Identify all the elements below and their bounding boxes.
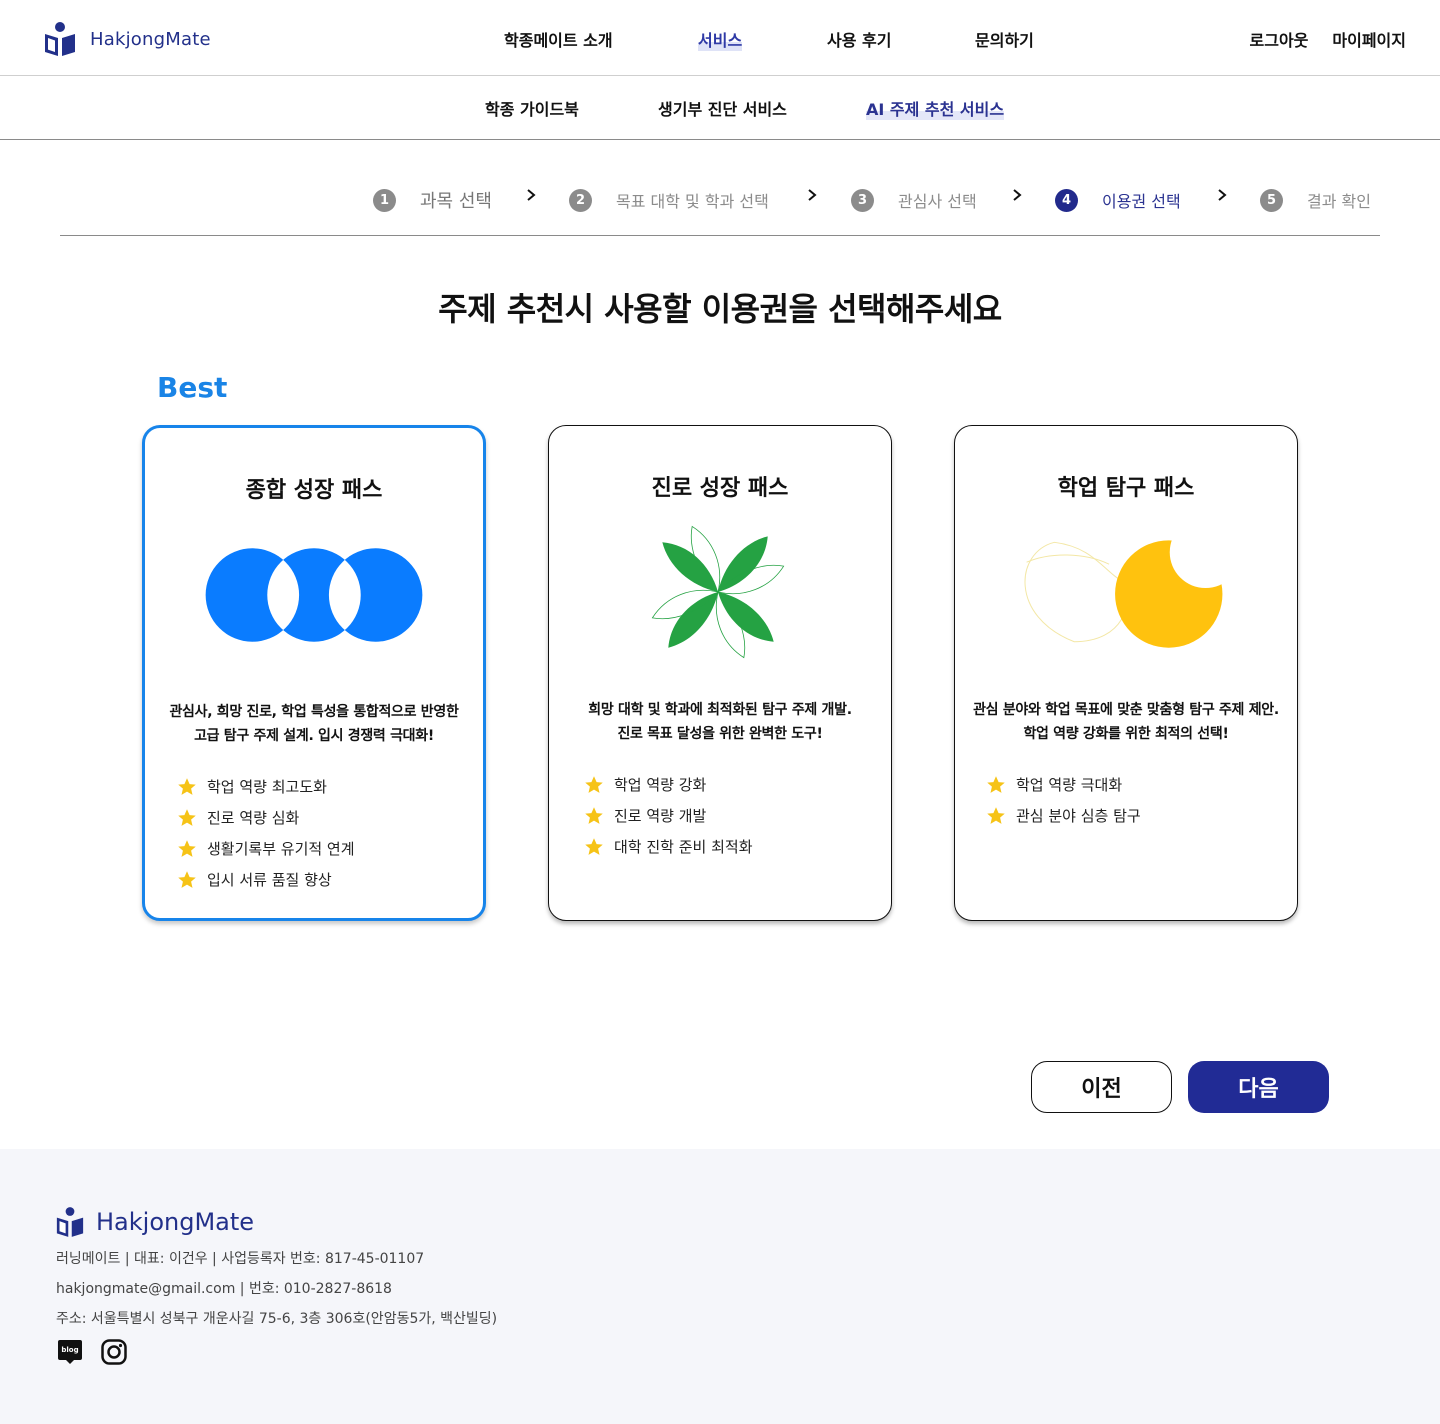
next-button[interactable]: 다음 bbox=[1188, 1061, 1329, 1113]
top-navigation-bar: HakjongMate 학종메이트 소개 서비스 사용 후기 문의하기 로그아웃… bbox=[0, 0, 1440, 76]
step-label: 과목 선택 bbox=[420, 191, 492, 212]
social-links: blog bbox=[56, 1338, 128, 1366]
feature-item: 생활기록부 유기적 연계 bbox=[177, 833, 355, 864]
feature-item: 학업 역량 최고도화 bbox=[177, 771, 355, 802]
best-label: Best bbox=[157, 371, 228, 404]
instagram-icon[interactable] bbox=[100, 1338, 128, 1366]
star-icon bbox=[178, 808, 196, 826]
card-description: 관심사, 희망 진로, 학업 특성을 통합적으로 반영한 고급 탐구 주제 설계… bbox=[145, 700, 483, 748]
pass-card-comprehensive[interactable]: 종합 성장 패스 관심사, 희망 진로, 학업 특성을 통합적으로 반영한 고급… bbox=[142, 425, 486, 921]
sub-navigation-bar: 학종 가이드북 생기부 진단 서비스 AI 주제 추천 서비스 bbox=[0, 76, 1440, 140]
feature-text: 학업 역량 최고도화 bbox=[207, 778, 327, 796]
feature-text: 입시 서류 품질 향상 bbox=[207, 871, 332, 889]
feature-item: 관심 분야 심층 탐구 bbox=[986, 800, 1141, 831]
progress-stepper: 1 과목 선택 2 목표 대학 및 학과 선택 3 관심사 선택 4 이용권 선… bbox=[0, 186, 1440, 216]
card-description-line: 학업 역량 강화를 위한 최적의 선택! bbox=[1023, 726, 1229, 742]
feature-text: 학업 역량 강화 bbox=[614, 776, 707, 794]
card-title: 종합 성장 패스 bbox=[245, 478, 383, 503]
feature-list: 학업 역량 극대화 관심 분야 심층 탐구 bbox=[986, 769, 1141, 831]
feature-item: 학업 역량 강화 bbox=[584, 769, 753, 800]
nav-item-contact[interactable]: 문의하기 bbox=[975, 27, 1034, 51]
card-description-line: 관심 분야와 학업 목표에 맞춘 맞춤형 탐구 주제 제안. bbox=[973, 702, 1279, 718]
star-icon bbox=[987, 775, 1005, 793]
pass-card-career[interactable]: 진로 성장 패스 희망 대학 및 학과에 최적화된 탐구 주제 개발. 진로 목… bbox=[548, 425, 892, 921]
step-number: 3 bbox=[851, 188, 874, 212]
feature-text: 진로 역량 개발 bbox=[614, 807, 707, 825]
main-nav: 학종메이트 소개 서비스 사용 후기 문의하기 bbox=[0, 27, 1440, 53]
blog-icon[interactable]: blog bbox=[56, 1338, 84, 1366]
step-label: 목표 대학 및 학과 선택 bbox=[616, 192, 769, 211]
step-label: 관심사 선택 bbox=[898, 192, 977, 211]
nav-item-reviews[interactable]: 사용 후기 bbox=[827, 27, 891, 51]
step-number: 4 bbox=[1055, 188, 1078, 212]
blog-icon-text: blog bbox=[61, 1346, 78, 1354]
star-icon bbox=[178, 870, 196, 888]
feature-list: 학업 역량 강화 진로 역량 개발 대학 진학 준비 최적화 bbox=[584, 769, 753, 862]
star-icon bbox=[585, 775, 603, 793]
feature-text: 생활기록부 유기적 연계 bbox=[207, 840, 355, 858]
card-description: 관심 분야와 학업 목표에 맞춘 맞춤형 탐구 주제 제안. 학업 역량 강화를… bbox=[955, 698, 1297, 746]
page-title: 주제 추천시 사용할 이용권을 선택해주세요 bbox=[438, 290, 1002, 328]
prev-button[interactable]: 이전 bbox=[1031, 1061, 1172, 1113]
feature-item: 진로 역량 개발 bbox=[584, 800, 753, 831]
feature-item: 진로 역량 심화 bbox=[177, 802, 355, 833]
feature-item: 입시 서류 품질 향상 bbox=[177, 864, 355, 895]
star-icon bbox=[178, 777, 196, 795]
leaf-flower-icon bbox=[651, 525, 785, 659]
chevron-right-icon bbox=[1218, 189, 1227, 201]
footer-logo-text: HakjongMate bbox=[96, 1208, 255, 1236]
feature-item: 학업 역량 극대화 bbox=[986, 769, 1141, 800]
card-description-line: 관심사, 희망 진로, 학업 특성을 통합적으로 반영한 bbox=[169, 704, 459, 720]
footer: HakjongMate 러닝메이트 | 대표: 이건우 | 사업등록자 번호: … bbox=[0, 1149, 1440, 1424]
footer-logo[interactable]: HakjongMate bbox=[56, 1206, 254, 1238]
step-5: 5 결과 확인 bbox=[1260, 188, 1371, 212]
company-info: 러닝메이트 | 대표: 이건우 | 사업등록자 번호: 817-45-01107 bbox=[56, 1251, 425, 1267]
card-title: 진로 성장 패스 bbox=[651, 476, 789, 501]
step-1: 1 과목 선택 bbox=[373, 187, 492, 213]
step-number: 1 bbox=[373, 188, 396, 212]
feature-text: 진로 역량 심화 bbox=[207, 809, 300, 827]
chevron-right-icon bbox=[1013, 189, 1022, 201]
star-icon bbox=[585, 837, 603, 855]
card-description-line: 고급 탐구 주제 설계. 입시 경쟁력 극대화! bbox=[194, 728, 434, 744]
subnav-item-record-diagnosis[interactable]: 생기부 진단 서비스 bbox=[658, 96, 787, 120]
logout-link[interactable]: 로그아웃 bbox=[1250, 27, 1309, 51]
step-number: 2 bbox=[569, 188, 592, 212]
chevron-right-icon bbox=[808, 189, 817, 201]
card-description-line: 희망 대학 및 학과에 최적화된 탐구 주제 개발. bbox=[588, 702, 852, 718]
book-person-logo-icon bbox=[56, 1207, 84, 1237]
star-icon bbox=[987, 806, 1005, 824]
crescent-moon-icon bbox=[1024, 540, 1223, 648]
mypage-link[interactable]: 마이페이지 bbox=[1332, 27, 1406, 51]
card-description-line: 진로 목표 달성을 위한 완벽한 도구! bbox=[617, 726, 823, 742]
user-links: 로그아웃 마이페이지 bbox=[1250, 27, 1407, 51]
step-3: 3 관심사 선택 bbox=[851, 188, 977, 212]
address-info: 주소: 서울특별시 성북구 개운사길 75-6, 3층 306호(안암동5가, … bbox=[56, 1311, 498, 1327]
card-description: 희망 대학 및 학과에 최적화된 탐구 주제 개발. 진로 목표 달성을 위한 … bbox=[549, 698, 891, 746]
subnav-item-guidebook[interactable]: 학종 가이드북 bbox=[485, 96, 579, 120]
star-icon bbox=[585, 806, 603, 824]
step-number: 5 bbox=[1260, 188, 1283, 212]
pass-card-academic[interactable]: 학업 탐구 패스 관심 분야와 학업 목표에 맞춘 맞춤형 탐구 주제 제안. … bbox=[954, 425, 1298, 921]
subnav-item-ai-topic[interactable]: AI 주제 추천 서비스 bbox=[866, 96, 1005, 120]
step-label: 결과 확인 bbox=[1307, 192, 1371, 211]
step-2: 2 목표 대학 및 학과 선택 bbox=[569, 188, 769, 212]
feature-text: 관심 분야 심층 탐구 bbox=[1016, 807, 1141, 825]
feature-text: 학업 역량 극대화 bbox=[1016, 776, 1123, 794]
chevron-right-icon bbox=[527, 189, 536, 201]
feature-text: 대학 진학 준비 최적화 bbox=[614, 838, 753, 856]
card-title: 학업 탐구 패스 bbox=[1057, 476, 1195, 501]
nav-item-service[interactable]: 서비스 bbox=[698, 27, 743, 51]
step-label: 이용권 선택 bbox=[1102, 192, 1181, 211]
feature-item: 대학 진학 준비 최적화 bbox=[584, 831, 753, 862]
contact-info: hakjongmate@gmail.com | 번호: 010-2827-861… bbox=[56, 1281, 392, 1297]
overlapping-circles-icon bbox=[205, 548, 423, 642]
stepper-divider bbox=[60, 235, 1380, 236]
star-icon bbox=[178, 839, 196, 857]
nav-item-about[interactable]: 학종메이트 소개 bbox=[504, 27, 613, 51]
feature-list: 학업 역량 최고도화 진로 역량 심화 생활기록부 유기적 연계 입시 서류 품… bbox=[177, 771, 355, 895]
step-4: 4 이용권 선택 bbox=[1055, 188, 1181, 212]
